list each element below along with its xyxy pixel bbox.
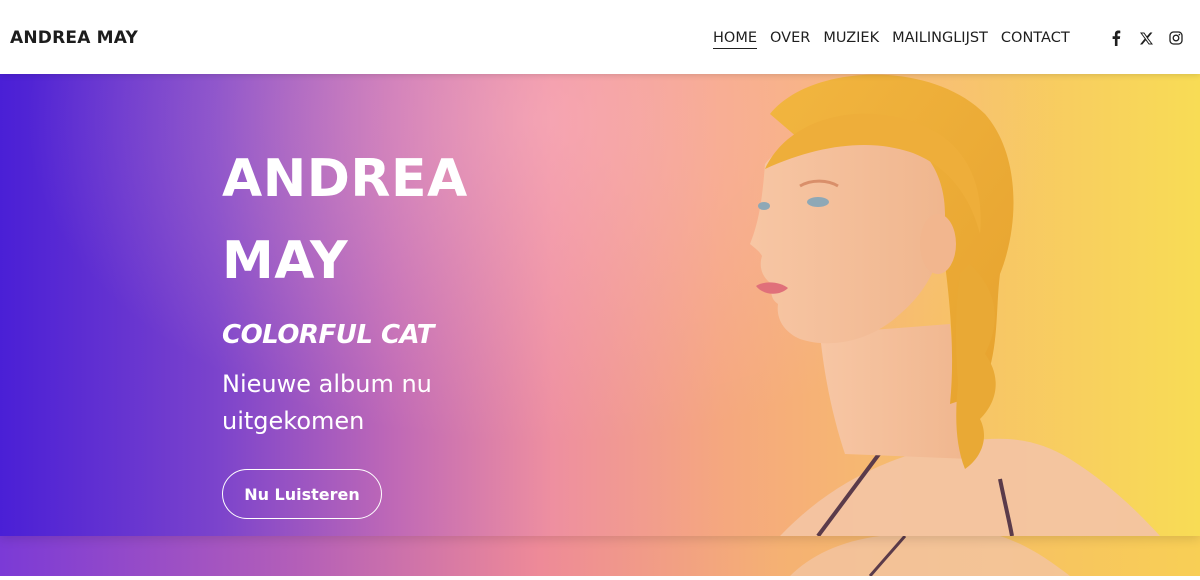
listen-now-button[interactable]: Nu Luisteren: [222, 469, 382, 519]
instagram-icon[interactable]: [1168, 30, 1184, 46]
site-header: ANDREA MAY HOME OVER MUZIEK MAILINGLIJST…: [0, 0, 1200, 74]
hero-title-line1: ANDREA: [222, 149, 468, 209]
hero-banner: ANDREA MAY COLORFUL CAT Nieuwe album nu …: [0, 74, 1200, 536]
nav-item-muziek[interactable]: MUZIEK: [823, 30, 879, 49]
facebook-icon[interactable]: [1108, 30, 1124, 46]
social-links: [1108, 30, 1184, 46]
hero-title-line2: MAY: [222, 231, 349, 291]
nav-item-mailinglijst[interactable]: MAILINGLIJST: [892, 30, 988, 49]
nav-item-contact[interactable]: CONTACT: [1001, 30, 1070, 49]
next-section-preview: [0, 535, 1200, 577]
nav-item-over[interactable]: OVER: [770, 30, 810, 49]
site-logo[interactable]: ANDREA MAY: [10, 28, 138, 48]
album-title: COLORFUL CAT: [222, 320, 434, 350]
album-tagline: Nieuwe album nu uitgekomen: [222, 370, 432, 435]
nav-item-home[interactable]: HOME: [713, 30, 757, 49]
artist-portrait-image: [750, 74, 1160, 536]
hero-title: ANDREA MAY: [222, 138, 522, 302]
next-section-portrait-image: [790, 535, 1070, 577]
main-nav: HOME OVER MUZIEK MAILINGLIJST CONTACT: [713, 30, 1083, 49]
x-icon[interactable]: [1138, 30, 1154, 46]
